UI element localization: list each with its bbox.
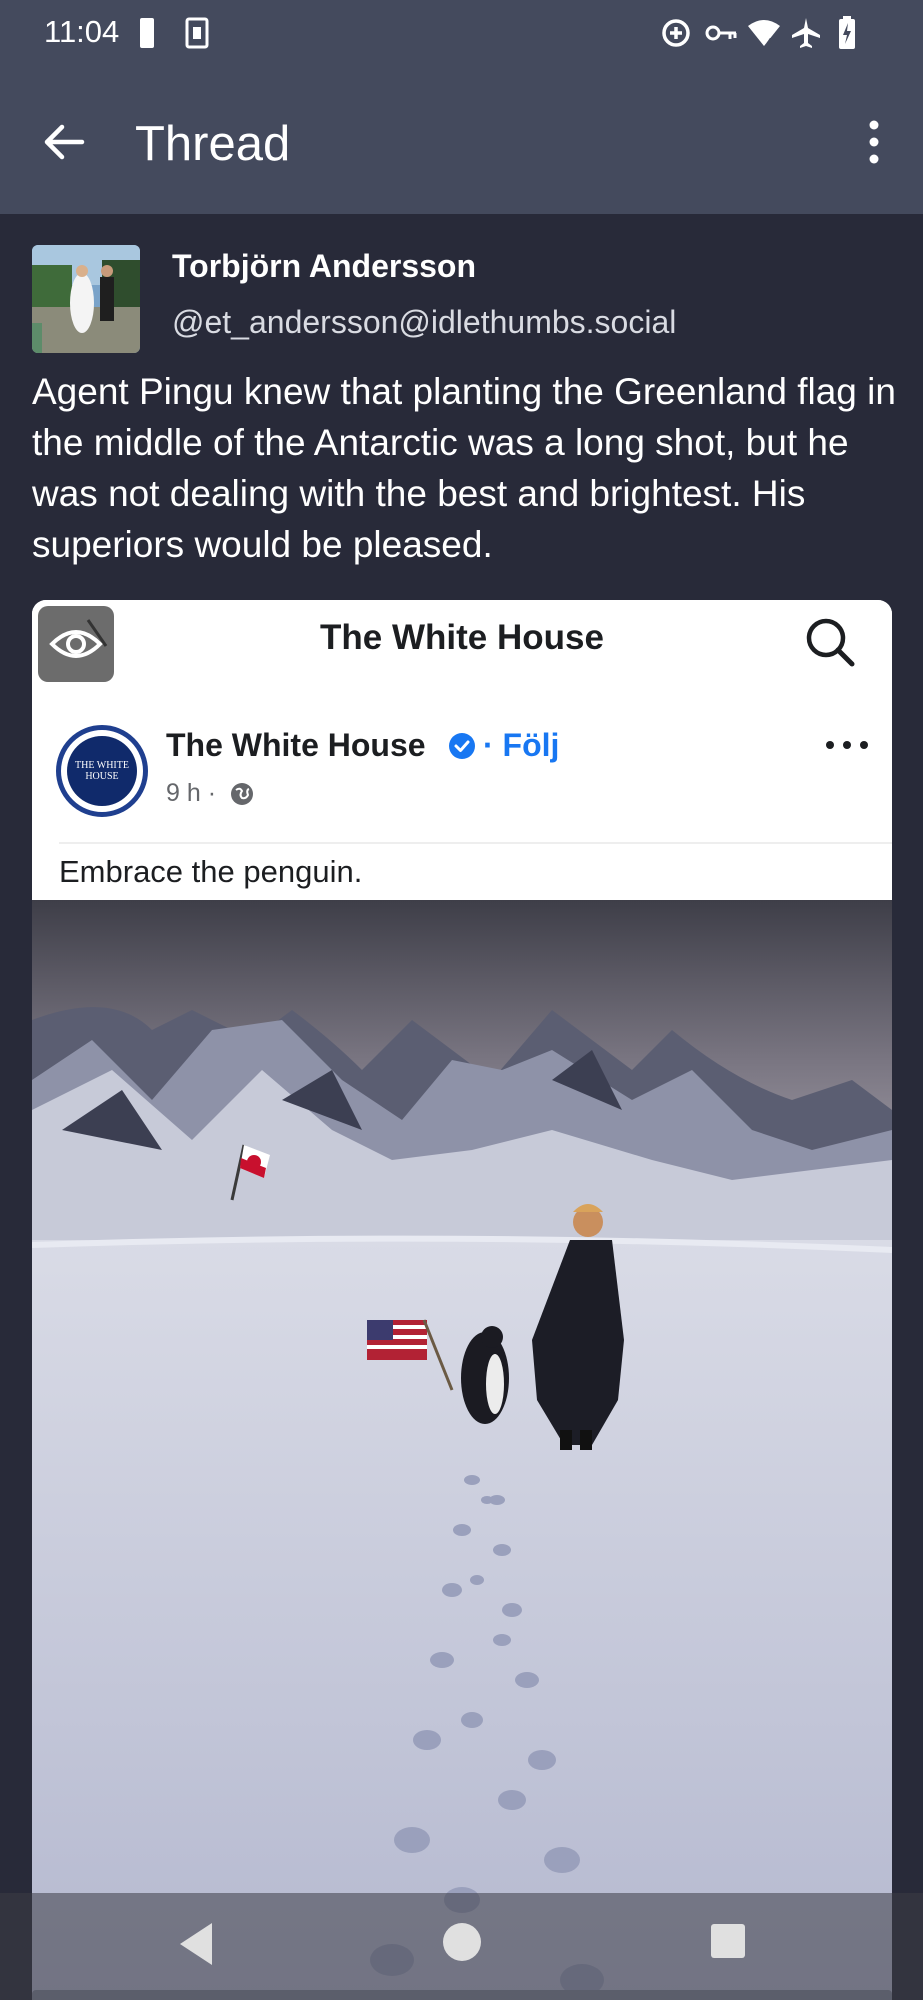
follow-link: · Följ bbox=[483, 727, 560, 763]
sensitive-toggle-button[interactable] bbox=[38, 606, 114, 682]
eye-off-icon bbox=[49, 619, 108, 658]
embedded-post-header: THE WHITE HOUSE The White House · Följ 9… bbox=[32, 680, 892, 842]
battery-charging-icon bbox=[839, 16, 855, 49]
status-time: 11:04 bbox=[44, 14, 120, 49]
data-saver-icon bbox=[662, 19, 690, 47]
author-avatar[interactable] bbox=[32, 245, 140, 353]
app-bar: Thread bbox=[0, 68, 923, 214]
screenshot-header: The White House bbox=[32, 600, 892, 680]
page-title: Thread bbox=[135, 117, 291, 171]
media-attachment[interactable]: The White House THE WHITE HOUSE The Whit… bbox=[32, 600, 892, 2000]
more-vert-icon[interactable] bbox=[856, 118, 892, 166]
status-bar: 11:04 4 bbox=[0, 0, 923, 68]
wifi-4-icon: 4 bbox=[748, 20, 780, 49]
author-handle[interactable]: @et_andersson@idlethumbs.social bbox=[172, 304, 676, 341]
airplane-icon bbox=[792, 18, 820, 48]
embedded-post-time: 9 h · bbox=[166, 779, 217, 807]
verified-badge-icon bbox=[449, 733, 475, 759]
white-house-avatar-text: THE WHITE HOUSE bbox=[67, 736, 137, 806]
embedded-post-caption: Embrace the penguin. bbox=[59, 842, 892, 902]
recents-square-icon[interactable] bbox=[710, 1923, 746, 1959]
sim-icon bbox=[185, 17, 209, 49]
back-triangle-icon[interactable] bbox=[174, 1919, 218, 1969]
vpn-key-icon bbox=[705, 25, 737, 41]
author-name[interactable]: Torbjörn Andersson bbox=[172, 248, 476, 285]
battery-saver-icon bbox=[140, 18, 154, 48]
more-horiz-icon bbox=[826, 741, 868, 749]
svg-text:4: 4 bbox=[766, 36, 773, 49]
home-circle-icon[interactable] bbox=[442, 1922, 482, 1962]
screenshot-header-title: The White House bbox=[320, 618, 604, 657]
next-post-edge bbox=[32, 1990, 892, 2000]
globe-icon bbox=[231, 783, 253, 805]
search-icon bbox=[806, 618, 855, 667]
system-nav-bar bbox=[0, 1893, 923, 2000]
arrow-left-icon[interactable] bbox=[36, 114, 92, 170]
embedded-account-name: The White House bbox=[166, 727, 426, 763]
antarctic-penguin-photo bbox=[32, 900, 892, 2000]
white-house-avatar: THE WHITE HOUSE bbox=[56, 725, 148, 817]
post-text: Agent Pingu knew that planting the Green… bbox=[32, 371, 896, 565]
